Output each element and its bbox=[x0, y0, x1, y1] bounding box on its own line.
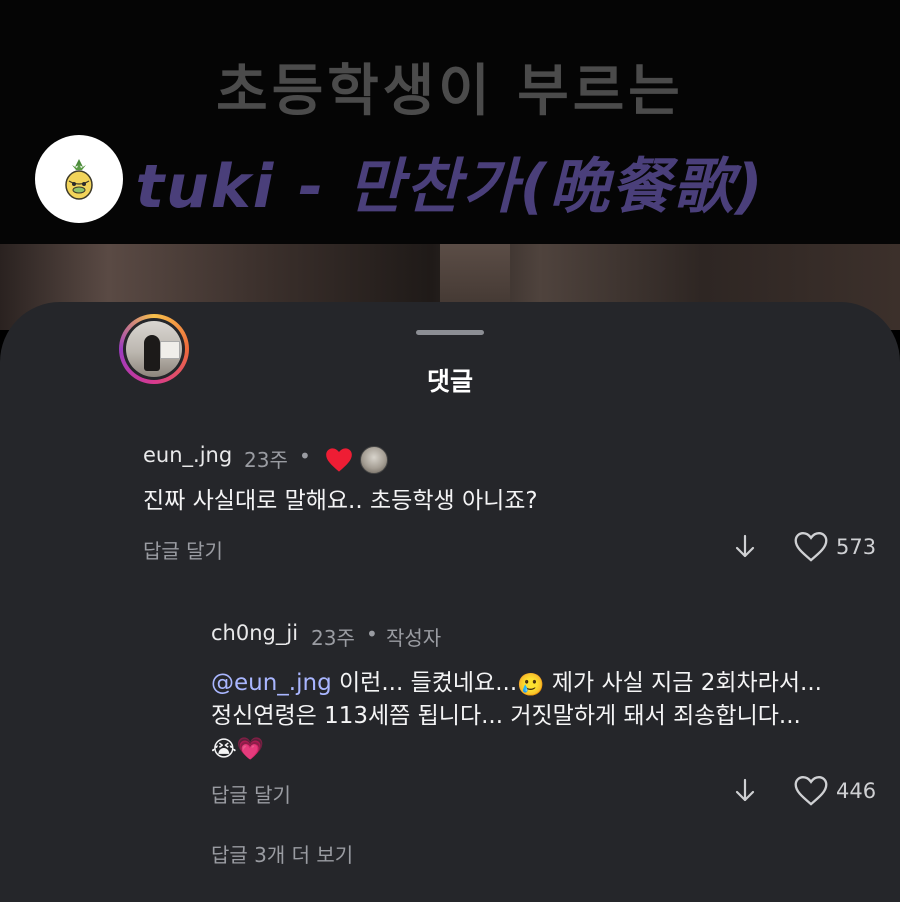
pineapple-character-icon bbox=[65, 159, 93, 200]
view-more-replies-button[interactable]: 답글 3개 더 보기 bbox=[211, 839, 353, 868]
reply-username[interactable]: ch0ng_ji bbox=[211, 621, 298, 645]
meta-separator: • bbox=[299, 444, 311, 468]
reply-text-part1: 이런... 들켰네요... bbox=[331, 670, 518, 696]
reply-text-line1: @eun_.jng 이런... 들켰네요...🥲 제가 사실 지금 2회차라서.… bbox=[211, 668, 891, 698]
like-heart-icon[interactable] bbox=[793, 775, 829, 807]
dislike-arrow-icon[interactable] bbox=[732, 777, 758, 805]
creator-avatar-mini bbox=[360, 446, 388, 474]
sheet-drag-handle[interactable] bbox=[416, 330, 484, 335]
like-count: 573 bbox=[836, 535, 877, 559]
reply-avatar[interactable] bbox=[119, 314, 189, 384]
video-title-line2: tuki - 만찬가(晩餐歌) bbox=[135, 152, 765, 222]
like-heart-icon[interactable] bbox=[793, 531, 829, 563]
reply-emoji-line: 😭💗 bbox=[211, 732, 264, 762]
video-title-line1: 초등학생이 부르는 bbox=[216, 59, 684, 124]
comments-sheet: 댓글 bbox=[0, 302, 900, 902]
smiling-tear-emoji: 🥲 bbox=[517, 673, 545, 698]
reply-text-line2: 정신연령은 113세쯤 됩니다... 거짓말하게 돼서 죄송합니다... bbox=[211, 703, 801, 729]
creator-heart-icon bbox=[326, 448, 352, 472]
avatar-photo bbox=[126, 321, 182, 377]
comment-username[interactable]: eun_.jng bbox=[143, 443, 232, 467]
like-count: 446 bbox=[836, 779, 877, 803]
video-title-band: 초등학생이 부르는 tuki - 만찬가(晩餐歌) bbox=[0, 0, 900, 244]
reply-age: 23주 bbox=[311, 626, 355, 650]
avatar[interactable] bbox=[35, 135, 123, 223]
video-background: 초등학생이 부르는 tuki - 만찬가(晩餐歌) bbox=[0, 0, 900, 330]
comment-age: 23주 bbox=[244, 448, 288, 472]
meta-separator: • bbox=[366, 622, 378, 646]
reply-button[interactable]: 답글 달기 bbox=[211, 779, 291, 808]
reply-button[interactable]: 답글 달기 bbox=[143, 535, 223, 564]
mention-link[interactable]: @eun_.jng bbox=[211, 670, 332, 696]
reply-text-part2: 제가 사실 지금 2회차라서... bbox=[544, 670, 822, 696]
dislike-arrow-icon[interactable] bbox=[732, 533, 758, 561]
crying-heart-emoji: 😭💗 bbox=[211, 737, 265, 762]
comment-text: 진짜 사실대로 말해요.. 초등학생 아니죠? bbox=[143, 488, 538, 514]
author-badge: 작성자 bbox=[386, 626, 442, 650]
